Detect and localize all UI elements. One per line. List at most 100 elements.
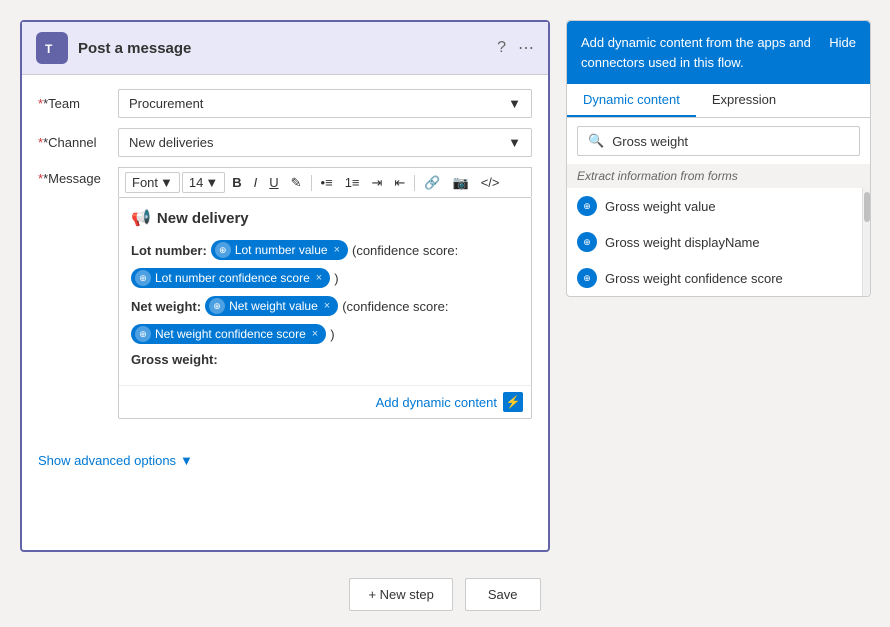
net-weight-tag-icon: ⊕: [209, 298, 225, 314]
dynamic-item-0[interactable]: ⊕ Gross weight value: [567, 188, 862, 224]
image-button[interactable]: 📷: [448, 173, 474, 193]
bold-button[interactable]: B: [227, 173, 246, 192]
show-advanced-options[interactable]: Show advanced options ▼: [22, 443, 548, 478]
numbered-list-button[interactable]: 1≡: [340, 173, 365, 192]
card-header-right: ? ⋯: [497, 38, 534, 58]
dynamic-item-icon-2: ⊕: [577, 268, 597, 288]
team-field-row: **Team Procurement ▼: [38, 89, 532, 118]
team-chevron: ▼: [508, 96, 521, 111]
dynamic-item-icon-1: ⊕: [577, 232, 597, 252]
dynamic-item-label-0: Gross weight value: [605, 199, 716, 214]
code-button[interactable]: </>: [476, 173, 505, 192]
search-input[interactable]: [612, 134, 849, 149]
lot-number-label: Lot number:: [131, 243, 207, 258]
dynamic-panel-header-text: Add dynamic content from the apps and co…: [581, 33, 829, 72]
lot-number-line: Lot number: ⊕ Lot number value × (confid…: [131, 240, 519, 260]
message-editor-wrapper: Font ▼ 14 ▼ B I U ✎ •≡ 1≡: [118, 167, 532, 419]
hide-button[interactable]: Hide: [829, 33, 856, 50]
dynamic-panel-header: Add dynamic content from the apps and co…: [567, 21, 870, 84]
highlight-button[interactable]: ✎: [286, 173, 307, 193]
net-closing-paren: ): [330, 327, 334, 342]
dynamic-tabs: Dynamic content Expression: [567, 84, 870, 118]
net-weight-tag: ⊕ Net weight value ×: [205, 296, 338, 316]
megaphone-icon: 📢: [131, 208, 151, 228]
font-size-selector[interactable]: 14 ▼: [182, 172, 225, 193]
more-icon[interactable]: ⋯: [518, 38, 534, 58]
message-label: **Message: [38, 167, 118, 186]
underline-button[interactable]: U: [264, 173, 283, 192]
add-dynamic-row: Add dynamic content ⚡: [119, 385, 531, 418]
show-advanced-chevron: ▼: [180, 453, 193, 468]
lot-number-tag-close[interactable]: ×: [334, 244, 340, 256]
post-message-card: T Post a message ? ⋯ **Team Procurement …: [20, 20, 550, 552]
dynamic-item-icon-0: ⊕: [577, 196, 597, 216]
font-dropdown-icon: ▼: [160, 175, 173, 190]
indent-button[interactable]: ⇥: [367, 173, 388, 193]
help-icon[interactable]: ?: [497, 39, 506, 57]
net-weight-tag-close[interactable]: ×: [324, 300, 330, 312]
tab-dynamic-content[interactable]: Dynamic content: [567, 84, 696, 117]
card-header-left: T Post a message: [36, 32, 191, 64]
confidence-label-1: (confidence score:: [352, 243, 458, 258]
dynamic-item-label-1: Gross weight displayName: [605, 235, 760, 250]
channel-label: **Channel: [38, 135, 118, 150]
dynamic-content-panel: Add dynamic content from the apps and co…: [566, 20, 871, 297]
confidence-label-2: (confidence score:: [342, 299, 448, 314]
outdent-button[interactable]: ⇤: [389, 173, 410, 193]
editor-container[interactable]: 📢 New delivery Lot number: ⊕ Lot number …: [118, 197, 532, 419]
font-label: Font: [132, 175, 158, 190]
font-selector[interactable]: Font ▼: [125, 172, 180, 193]
teams-logo: T: [36, 32, 68, 64]
channel-chevron: ▼: [508, 135, 521, 150]
net-confidence-tag-close[interactable]: ×: [312, 328, 318, 340]
italic-button[interactable]: I: [249, 173, 263, 192]
tab-expression[interactable]: Expression: [696, 84, 792, 117]
gross-weight-label: Gross weight:: [131, 352, 218, 367]
bullet-list-button[interactable]: •≡: [316, 173, 338, 192]
net-weight-tag-label: Net weight value: [229, 299, 318, 313]
dynamic-item-2[interactable]: ⊕ Gross weight confidence score: [567, 260, 862, 296]
lot-number-tag: ⊕ Lot number value ×: [211, 240, 348, 260]
card-title: Post a message: [78, 40, 191, 57]
editor-toolbar: Font ▼ 14 ▼ B I U ✎ •≡ 1≡: [118, 167, 532, 197]
editor-content: 📢 New delivery Lot number: ⊕ Lot number …: [119, 198, 531, 385]
add-dynamic-link[interactable]: Add dynamic content: [376, 395, 497, 410]
lot-confidence-line: ⊕ Lot number confidence score × ): [131, 268, 519, 288]
lot-confidence-tag-icon: ⊕: [135, 270, 151, 286]
size-dropdown-icon: ▼: [205, 175, 218, 190]
toolbar-separator-2: [414, 175, 415, 191]
link-button[interactable]: 🔗: [419, 173, 445, 193]
channel-value: New deliveries: [129, 135, 214, 150]
team-value: Procurement: [129, 96, 203, 111]
lot-confidence-tag-label: Lot number confidence score: [155, 271, 310, 285]
dynamic-list-container: ⊕ Gross weight value ⊕ Gross weight disp…: [567, 188, 870, 296]
net-confidence-line: ⊕ Net weight confidence score × ): [131, 324, 519, 344]
lot-confidence-tag-close[interactable]: ×: [316, 272, 322, 284]
card-header: T Post a message ? ⋯: [22, 22, 548, 75]
net-confidence-tag-icon: ⊕: [135, 326, 151, 342]
save-button[interactable]: Save: [465, 578, 541, 611]
dynamic-item-1[interactable]: ⊕ Gross weight displayName: [567, 224, 862, 260]
net-confidence-tag: ⊕ Net weight confidence score ×: [131, 324, 326, 344]
svg-text:T: T: [45, 42, 53, 56]
dynamic-item-label-2: Gross weight confidence score: [605, 271, 783, 286]
new-delivery-header: 📢 New delivery: [131, 208, 519, 228]
add-dynamic-icon[interactable]: ⚡: [503, 392, 523, 412]
search-icon: 🔍: [588, 133, 604, 149]
channel-field-row: **Channel New deliveries ▼: [38, 128, 532, 157]
scroll-track[interactable]: [862, 188, 870, 296]
lot-closing-paren: ): [334, 271, 338, 286]
team-label: **Team: [38, 96, 118, 111]
new-step-button[interactable]: + New step: [349, 578, 452, 611]
lot-number-tag-label: Lot number value: [235, 243, 328, 257]
channel-select[interactable]: New deliveries ▼: [118, 128, 532, 157]
lot-number-tag-icon: ⊕: [215, 242, 231, 258]
section-label: Extract information from forms: [567, 164, 870, 188]
net-weight-line: Net weight: ⊕ Net weight value × (confid…: [131, 296, 519, 316]
show-advanced-label: Show advanced options: [38, 453, 176, 468]
dynamic-list: ⊕ Gross weight value ⊕ Gross weight disp…: [567, 188, 862, 296]
team-select[interactable]: Procurement ▼: [118, 89, 532, 118]
bottom-bar: + New step Save: [0, 562, 890, 627]
toolbar-separator-1: [311, 175, 312, 191]
net-confidence-tag-label: Net weight confidence score: [155, 327, 306, 341]
